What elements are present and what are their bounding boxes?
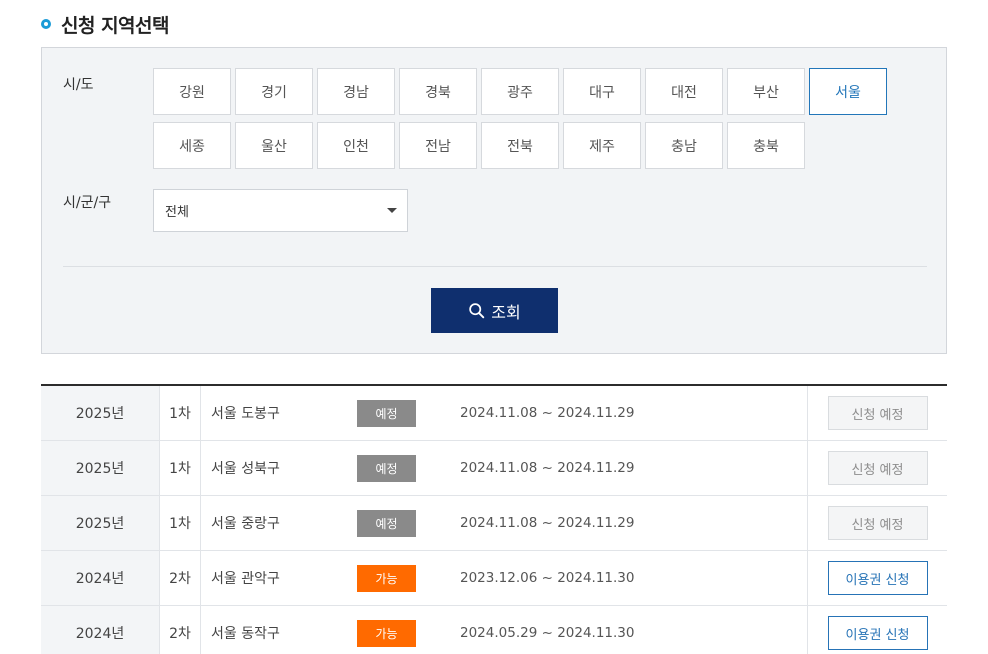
region-button[interactable]: 충남 [645,122,723,169]
region-button[interactable]: 제주 [563,122,641,169]
region-button[interactable]: 충북 [727,122,805,169]
round-cell: 1차 [159,386,201,440]
table-row: 2025년 1차 서울 중랑구 예정 2024.11.08 ~ 2024.11.29 신청… [41,496,947,551]
table-row: 2024년 2차 서울 동작구 가능 2024.05.29 ~ 2024.11.30 이용… [41,606,947,654]
sigungu-select[interactable]: 전체 [153,189,408,232]
region-button[interactable]: 광주 [481,68,559,115]
page-title: 신청 지역선택 [61,14,170,37]
section-header: 신청 지역선택 [41,11,170,37]
search-button[interactable]: 조회 [431,288,558,333]
area-cell: 서울 도봉구 [211,406,280,422]
region-button[interactable]: 전남 [399,122,477,169]
sigungu-select-value: 전체 [165,205,189,220]
table-row: 2025년 1차 서울 도봉구 예정 2024.11.08 ~ 2024.11.29 신청… [41,386,947,441]
results-table: 2025년 1차 서울 도봉구 예정 2024.11.08 ~ 2024.11.29 신청… [41,384,947,654]
sido-label: 시/도 [63,77,94,93]
region-button[interactable]: 인천 [317,122,395,169]
year-cell: 2024년 [41,606,159,654]
period-cell: 2024.11.08 ~ 2024.11.29 [460,515,635,531]
status-badge: 가능 [357,565,416,592]
region-button-group: 강원 경기 경남 경북 광주 대구 대전 부산 서울세종 울산 인천 전남 전북 제주 충남 충북 [153,68,893,176]
area-cell: 서울 동작구 [211,626,280,642]
period-cell: 2024.11.08 ~ 2024.11.29 [460,405,635,421]
apply-voucher-button[interactable]: 이용권 신청 [827,561,928,595]
apply-scheduled-button: 신청 예정 [827,506,928,540]
action-cell: 신청 예정 [807,386,947,440]
round-cell: 2차 [159,606,201,654]
status-badge: 예정 [357,400,416,427]
area-cell: 서울 관악구 [211,571,280,587]
area-cell: 서울 중랑구 [211,516,280,532]
region-button[interactable]: 전북 [481,122,559,169]
year-cell: 2025년 [41,496,159,550]
status-badge: 예정 [357,455,416,482]
period-cell: 2024.11.08 ~ 2024.11.29 [460,460,635,476]
search-icon [469,303,485,319]
search-button-label: 조회 [491,302,521,322]
round-cell: 1차 [159,441,201,495]
region-button[interactable]: 경남 [317,68,395,115]
year-cell: 2024년 [41,551,159,605]
region-button[interactable]: 경기 [235,68,313,115]
year-cell: 2025년 [41,386,159,440]
action-cell: 이용권 신청 [807,606,947,654]
region-button[interactable]: 세종 [153,122,231,169]
period-cell: 2024.05.29 ~ 2024.11.30 [460,625,635,641]
round-cell: 2차 [159,551,201,605]
apply-scheduled-button: 신청 예정 [827,451,928,485]
apply-voucher-button[interactable]: 이용권 신청 [827,616,928,650]
region-button[interactable]: 경북 [399,68,477,115]
area-cell: 서울 성북구 [211,461,280,477]
region-button[interactable]: 대구 [563,68,641,115]
region-button[interactable]: 강원 [153,68,231,115]
region-button[interactable]: 대전 [645,68,723,115]
year-cell: 2025년 [41,441,159,495]
action-cell: 신청 예정 [807,496,947,550]
status-badge: 가능 [357,620,416,647]
apply-scheduled-button: 신청 예정 [827,396,928,430]
round-cell: 1차 [159,496,201,550]
region-button[interactable]: 울산 [235,122,313,169]
sigungu-label: 시/군/구 [63,195,112,211]
region-button[interactable]: 부산 [727,68,805,115]
chevron-down-icon [387,208,397,213]
status-badge: 예정 [357,510,416,537]
table-row: 2025년 1차 서울 성북구 예정 2024.11.08 ~ 2024.11.29 신청… [41,441,947,496]
region-button[interactable]: 서울 [809,68,887,115]
circle-bullet-icon [41,19,51,29]
region-filter-panel: 시/도 강원 경기 경남 경북 광주 대구 대전 부산 서울세종 울산 인천 전남 전북 제주 충남 충북 시… [41,47,947,354]
action-cell: 신청 예정 [807,441,947,495]
table-row: 2024년 2차 서울 관악구 가능 2023.12.06 ~ 2024.11.30 이용… [41,551,947,606]
action-cell: 이용권 신청 [807,551,947,605]
period-cell: 2023.12.06 ~ 2024.11.30 [460,570,635,586]
divider [63,266,927,267]
